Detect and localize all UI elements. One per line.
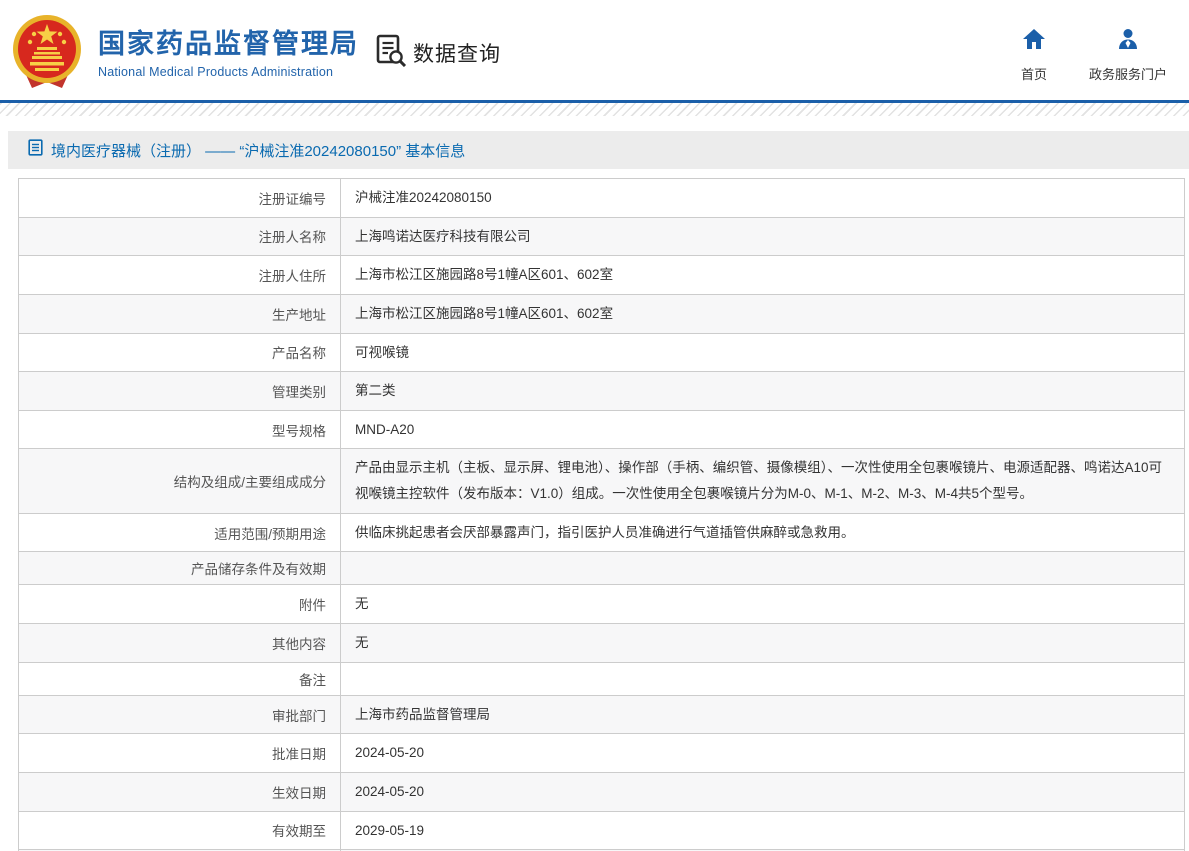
nav-home[interactable]: 首页: [1021, 28, 1047, 83]
table-row: 管理类别 第二类: [18, 371, 1185, 411]
row-label: 批准日期: [18, 733, 341, 773]
table-row: 附件无: [18, 584, 1185, 625]
table-row: 审批部门 上海市药品监督管理局: [18, 694, 1185, 735]
row-label: 注册人住所: [18, 255, 341, 295]
row-value: 可视喉镜: [340, 332, 1185, 373]
row-value: 第二类: [340, 371, 1185, 411]
table-row: 注册证编号 沪械注准20242080150: [18, 178, 1185, 218]
home-icon: [1022, 28, 1046, 55]
table-row: 其他内容无: [18, 623, 1185, 663]
table-row: 批准日期 2024-05-20: [18, 733, 1185, 773]
row-label: 其他内容: [18, 623, 341, 663]
site-header: 国家药品监督管理局 National Medical Products Admi…: [0, 0, 1189, 100]
row-value: 上海市松江区施园路8号1幢A区601、602室: [340, 255, 1185, 295]
user-icon: [1116, 28, 1140, 55]
table-row: 备注: [18, 661, 1185, 696]
row-value: 2029-05-19: [340, 810, 1185, 851]
row-label: 适用范围/预期用途: [18, 512, 341, 553]
row-label: 注册证编号: [18, 178, 341, 218]
nav-gov-portal[interactable]: 政务服务门户: [1089, 28, 1167, 83]
document-icon: [28, 139, 43, 161]
row-value: 2024-05-20: [340, 771, 1185, 812]
document-search-icon: [376, 33, 407, 72]
row-label: 产品名称: [18, 332, 341, 373]
row-label: 备注: [18, 661, 341, 696]
table-row: 生产地址 上海市松江区施园路8号1幢A区601、602室: [18, 293, 1185, 334]
table-row: 注册人名称 上海鸣诺达医疗科技有限公司: [18, 216, 1185, 257]
row-label: 型号规格: [18, 409, 341, 450]
table-row: 产品名称 可视喉镜: [18, 332, 1185, 373]
nav-gov-portal-label: 政务服务门户: [1088, 67, 1167, 82]
row-label: 生效日期: [18, 771, 341, 812]
row-value: 上海市药品监督管理局: [340, 694, 1185, 735]
row-label: 有效期至: [18, 810, 341, 851]
row-label: 审批部门: [18, 694, 341, 735]
data-query-label: 数据查询: [413, 42, 501, 66]
table-row: 适用范围/预期用途 供临床挑起患者会厌部暴露声门，指引医护人员准确进行气道插管供麻…: [18, 512, 1185, 553]
row-value: 无: [340, 584, 1185, 625]
national-emblem-icon: [10, 12, 84, 95]
data-query-section[interactable]: 数据查询: [376, 33, 501, 72]
row-value: 2024-05-20: [340, 733, 1185, 773]
table-row: 生效日期 2024-05-20: [18, 771, 1185, 812]
row-value: MND-A20: [340, 409, 1185, 450]
row-value: 供临床挑起患者会厌部暴露声门，指引医护人员准确进行气道插管供麻醉或急救用。: [340, 512, 1185, 553]
info-table-body: 注册证编号 沪械注准20242080150 注册人名称 上海鸣诺达医疗科技有限公司 注册…: [18, 178, 1185, 851]
page-title: 境内医疗器械（注册） —— “沪械注准20242080150” 基本信息: [51, 142, 466, 160]
row-label: 附件: [18, 584, 341, 625]
org-name-cn: 国家药品监督管理局: [98, 29, 359, 60]
row-label: 管理类别: [18, 371, 341, 411]
row-value: 上海鸣诺达医疗科技有限公司: [340, 216, 1185, 257]
table-row: 型号规格 MND-A20: [18, 409, 1185, 450]
table-row: 结构及组成/主要组成成分 产品由显示主机（主板、显示屏、锂电池）、操作部（手柄、编…: [18, 448, 1185, 514]
row-label: 结构及组成/主要组成成分: [18, 448, 341, 514]
registration-info-table: 注册证编号 沪械注准20242080150 注册人名称 上海鸣诺达医疗科技有限公司 注册…: [18, 178, 1185, 851]
title-bar: 境内医疗器械（注册） —— “沪械注准20242080150” 基本信息: [8, 131, 1189, 169]
row-value: 无: [340, 623, 1185, 663]
brand[interactable]: 国家药品监督管理局 National Medical Products Admi…: [10, 12, 359, 95]
table-row: 有效期至 2029-05-19: [18, 810, 1185, 851]
row-value: [340, 551, 1185, 586]
table-row: 产品储存条件及有效期: [18, 551, 1185, 586]
row-label: 生产地址: [18, 293, 341, 334]
row-label: 产品储存条件及有效期: [18, 551, 341, 586]
row-value: 上海市松江区施园路8号1幢A区601、602室: [340, 293, 1185, 334]
row-value: [340, 661, 1185, 696]
row-label: 注册人名称: [18, 216, 341, 257]
top-nav: 首页 政务服务门户: [1021, 28, 1167, 83]
row-value: 产品由显示主机（主板、显示屏、锂电池）、操作部（手柄、编织管、摄像模组）、一次性…: [340, 448, 1185, 514]
org-name-en: National Medical Products Administration: [98, 64, 334, 79]
table-row: 注册人住所 上海市松江区施园路8号1幢A区601、602室: [18, 255, 1185, 295]
row-value: 沪械注准20242080150: [340, 178, 1185, 218]
nav-home-label: 首页: [1020, 67, 1047, 82]
hatch-band: [0, 103, 1189, 116]
